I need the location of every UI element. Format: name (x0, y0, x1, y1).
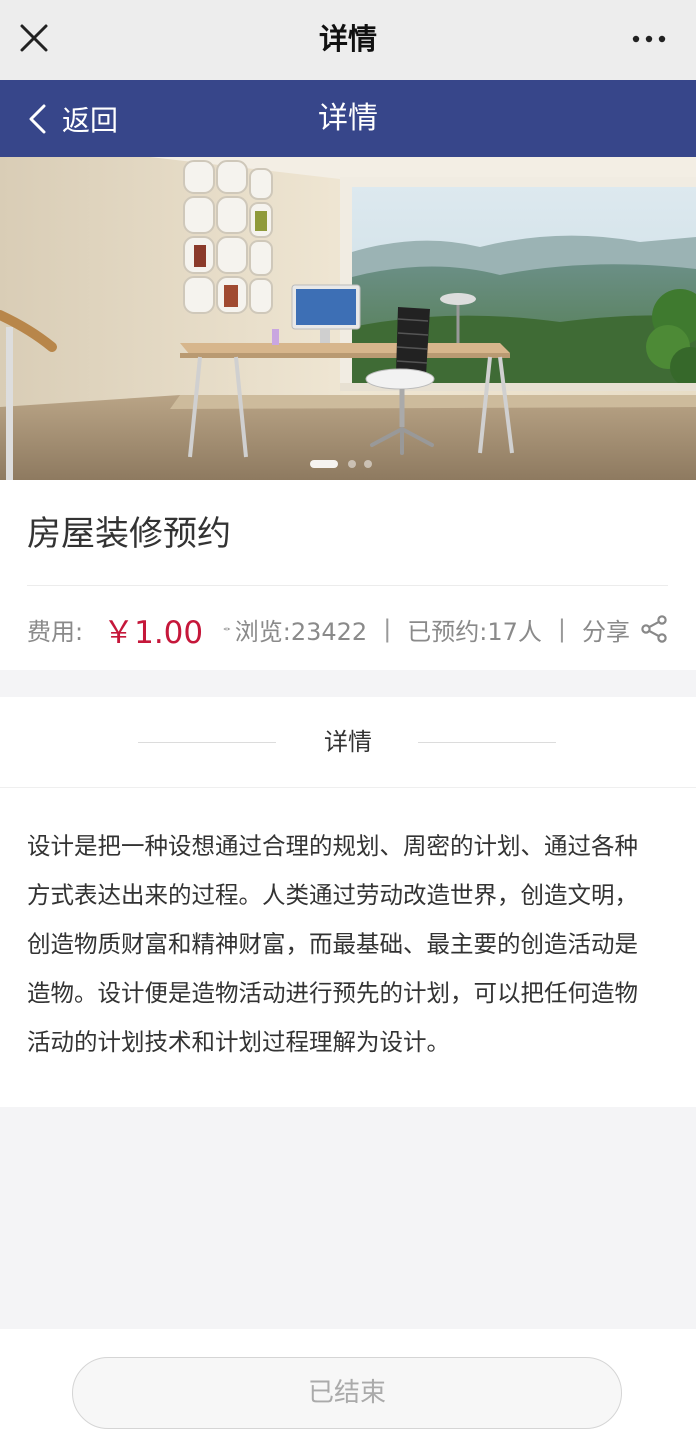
separator: | (383, 615, 392, 643)
detail-section: 详情 设计是把一种设想通过合理的规划、周密的计划、通过各种 方式表达出来的过程。… (0, 697, 696, 1107)
nav-title: 详情 (318, 101, 378, 136)
product-title: 房屋装修预约 (27, 514, 231, 554)
share-button[interactable]: 分享 (582, 612, 668, 647)
description-line: 设计是把一种设想通过合理的规划、周密的计划、通过各种 (27, 832, 638, 860)
hero-banner-image[interactable] (0, 157, 696, 480)
divider (27, 585, 668, 586)
fee-label: 费用: (27, 617, 84, 646)
share-icon (641, 615, 667, 643)
description-line: 造物。设计便是造物活动进行预先的计划，可以把任何造物 (27, 979, 638, 1007)
ended-button[interactable]: 已结束 (72, 1357, 622, 1429)
description-line: 活动的计划技术和计划过程理解为设计。 (27, 1028, 450, 1056)
header-line-right (418, 742, 556, 743)
eye-icon (223, 627, 231, 631)
detail-section-header: 详情 (0, 697, 696, 788)
share-label: 分享 (582, 617, 630, 646)
detail-description: 设计是把一种设想通过合理的规划、周密的计划、通过各种 方式表达出来的过程。人类通… (27, 822, 667, 1067)
description-line: 创造物质财富和精神财富，而最基础、最主要的创造活动是 (27, 930, 638, 958)
system-title-bar: 详情 (0, 0, 696, 80)
divider (0, 787, 696, 788)
detail-section-title: 详情 (324, 728, 372, 756)
price-value: ￥1.00 (103, 614, 204, 651)
system-title: 详情 (318, 22, 377, 56)
description-line: 方式表达出来的过程。人类通过劳动改造世界，创造文明， (27, 881, 638, 909)
more-icon[interactable] (632, 34, 666, 44)
view-count: 浏览:23422 (234, 617, 368, 646)
product-info-card: 房屋装修预约 费用: ￥1.00 浏览:23422 | 已预约:17人 | 分享 (0, 480, 696, 670)
booked-count: 已预约:17人 (407, 617, 542, 646)
nav-bar: 返回 详情 (0, 80, 696, 157)
separator: | (557, 615, 566, 643)
bottom-action-bar: 已结束 (0, 1329, 696, 1450)
product-meta-row: 费用: ￥1.00 浏览:23422 | 已预约:17人 | 分享 (27, 588, 668, 670)
